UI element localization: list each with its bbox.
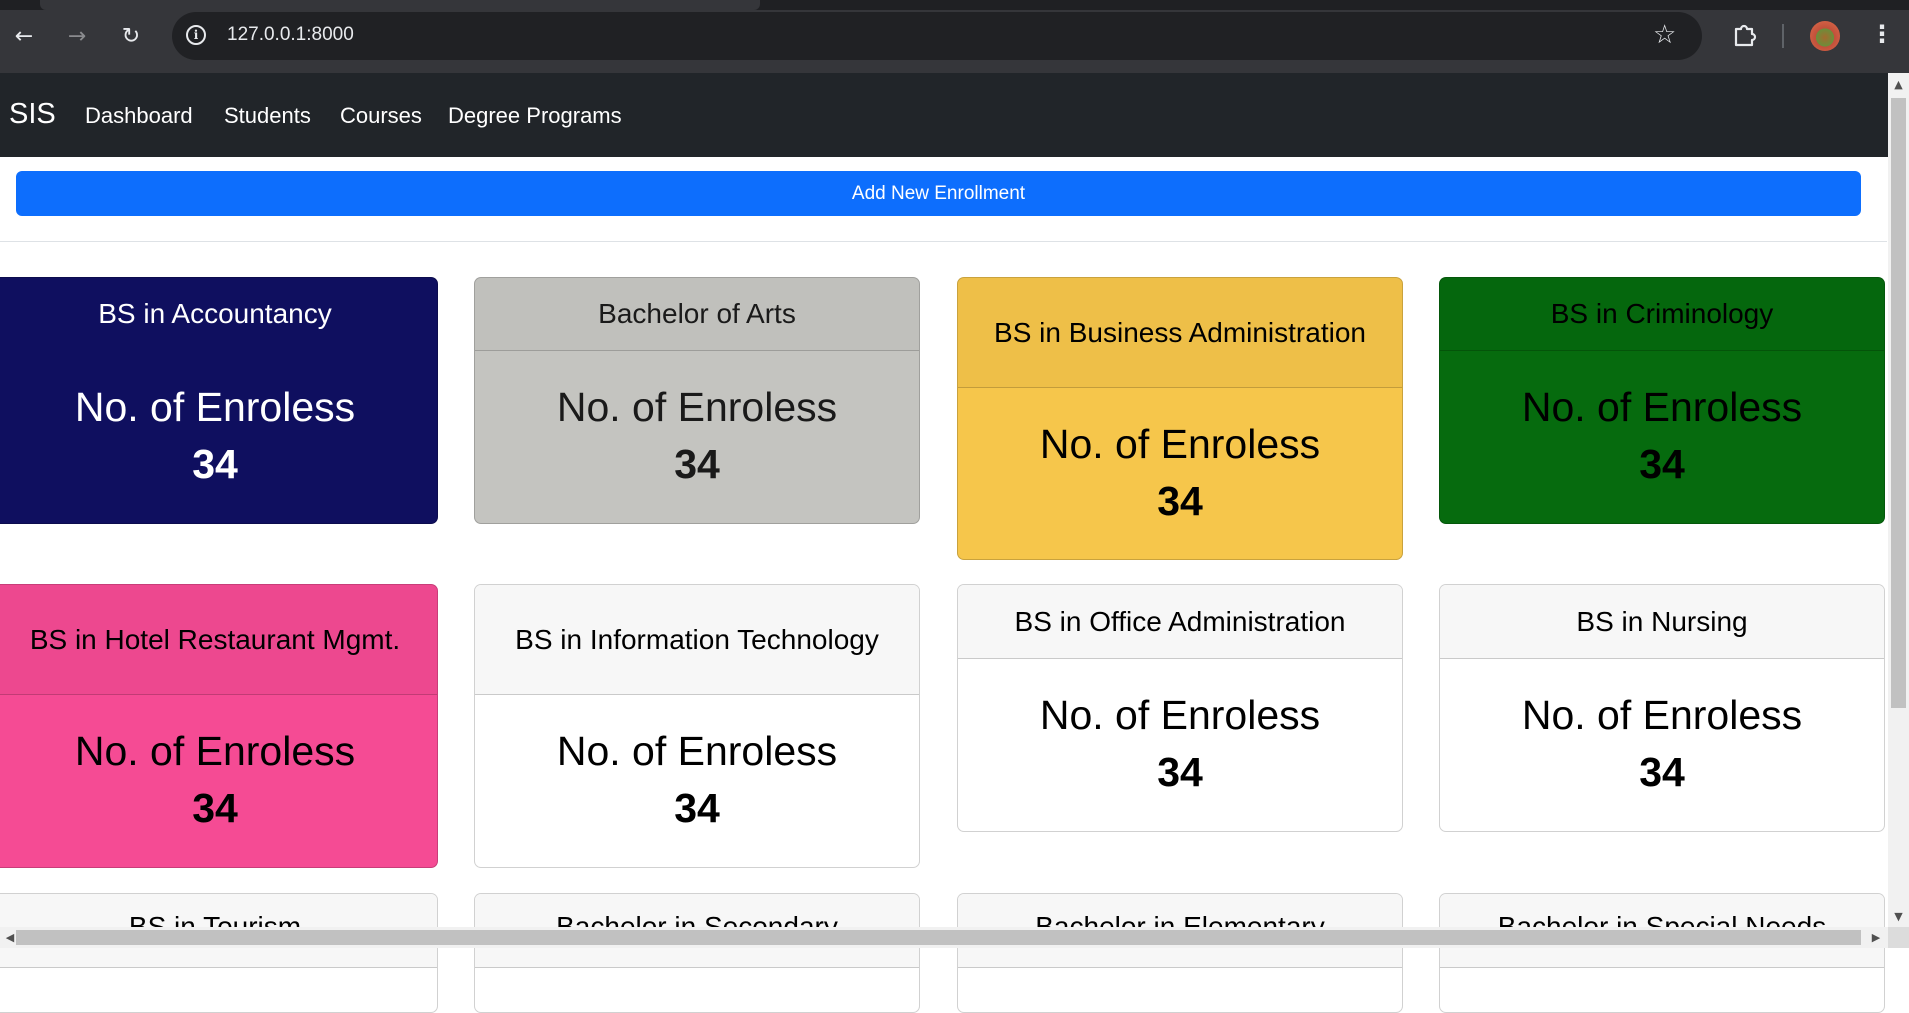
program-card[interactable]: Bachelor in Elementary	[957, 893, 1403, 1013]
star-icon[interactable]: ☆	[1653, 20, 1676, 50]
program-title: BS in Business Administration	[958, 278, 1402, 388]
card-body: No. of Enroless 34	[958, 388, 1402, 559]
extensions-icon[interactable]	[1730, 20, 1758, 48]
card-body: No. of Enroless 34	[475, 695, 919, 867]
menu-icon[interactable]: ⋮	[1870, 20, 1894, 48]
info-icon[interactable]: i	[186, 25, 206, 45]
enrollee-count: 34	[192, 785, 238, 831]
program-title: BS in Accountancy	[98, 298, 332, 329]
program-card[interactable]: Bachelor in Secondary	[474, 893, 920, 1013]
program-card[interactable]: BS in Information Technology No. of Enro…	[474, 584, 920, 868]
program-card[interactable]: BS in Business Administration No. of Enr…	[957, 277, 1403, 560]
program-card[interactable]: BS in Nursing No. of Enroless 34	[1439, 584, 1885, 832]
enrollee-count: 34	[1639, 749, 1685, 795]
program-card[interactable]: BS in Criminology No. of Enroless 34	[1439, 277, 1885, 524]
forward-icon[interactable]: →	[63, 22, 91, 50]
brand-logo[interactable]: SIS	[9, 98, 56, 131]
program-title: Bachelor of Arts	[475, 278, 919, 351]
program-card[interactable]: BS in Office Administration No. of Enrol…	[957, 584, 1403, 832]
card-body: No. of Enroless 34	[1440, 659, 1884, 831]
scrollbar-corner	[1888, 927, 1909, 948]
add-enrollment-button[interactable]: Add New Enrollment	[16, 171, 1861, 216]
enrollee-label: No. of Enroless	[1039, 692, 1321, 738]
enrollee-label: No. of Enroless	[556, 728, 838, 774]
scroll-down-icon[interactable]: ▼	[1888, 905, 1909, 927]
nav-students[interactable]: Students	[224, 103, 311, 129]
vertical-scroll-thumb[interactable]	[1891, 98, 1906, 708]
profile-avatar[interactable]	[1810, 21, 1840, 51]
back-icon[interactable]: ←	[10, 22, 38, 50]
address-bar[interactable]	[172, 12, 1702, 60]
program-card[interactable]: BS in Tourism	[0, 893, 438, 1013]
program-title: BS in Hotel Restaurant Mgmt.	[0, 585, 437, 695]
enrollee-count: 34	[674, 785, 720, 831]
url-text[interactable]: 127.0.0.1:8000	[227, 24, 354, 46]
enrollee-label: No. of Enroless	[1039, 420, 1321, 467]
enrollee-count: 34	[1157, 477, 1203, 524]
card-body: No. of Enroless 34	[958, 659, 1402, 831]
card-body: No. of Enroless 34	[1440, 351, 1884, 523]
enrollee-label: No. of Enroless	[1521, 692, 1803, 738]
enrollee-count: 34	[674, 441, 720, 487]
program-title: BS in Criminology	[1440, 278, 1884, 351]
horizontal-scroll-thumb[interactable]	[16, 930, 1861, 945]
active-tab[interactable]	[40, 0, 760, 10]
scroll-up-icon[interactable]: ▲	[1888, 73, 1909, 95]
enrollee-label: No. of Enroless	[1521, 384, 1803, 430]
program-title: BS in Information Technology	[475, 585, 919, 695]
enrollee-label: No. of Enroless	[556, 384, 838, 430]
program-card[interactable]: BS in Accountancy No. of Enroless 34	[0, 277, 438, 524]
program-title: BS in Office Administration	[958, 585, 1402, 659]
enrollee-label: No. of Enroless	[74, 728, 356, 774]
program-card[interactable]: Bachelor of Arts No. of Enroless 34	[474, 277, 920, 524]
scroll-right-icon[interactable]: ▶	[1866, 927, 1886, 948]
enrollee-count: 34	[192, 440, 238, 487]
enrollee-label: No. of Enroless	[74, 383, 356, 430]
program-card[interactable]: BS in Hotel Restaurant Mgmt. No. of Enro…	[0, 584, 438, 868]
card-body: No. of Enroless 34	[0, 350, 437, 523]
card-body: No. of Enroless 34	[475, 351, 919, 523]
program-title: BS in Nursing	[1440, 585, 1884, 659]
enrollee-count: 34	[1639, 441, 1685, 487]
enrollee-count: 34	[1157, 749, 1203, 795]
scroll-left-icon[interactable]: ◀	[0, 927, 20, 948]
nav-dashboard[interactable]: Dashboard	[85, 103, 193, 129]
nav-degree-programs[interactable]: Degree Programs	[448, 103, 622, 129]
reload-icon[interactable]: ↻	[117, 22, 145, 50]
toolbar-separator	[1782, 24, 1784, 48]
program-card[interactable]: Bachelor in Special Needs	[1439, 893, 1885, 1013]
nav-courses[interactable]: Courses	[340, 103, 422, 129]
card-body: No. of Enroless 34	[0, 695, 437, 867]
